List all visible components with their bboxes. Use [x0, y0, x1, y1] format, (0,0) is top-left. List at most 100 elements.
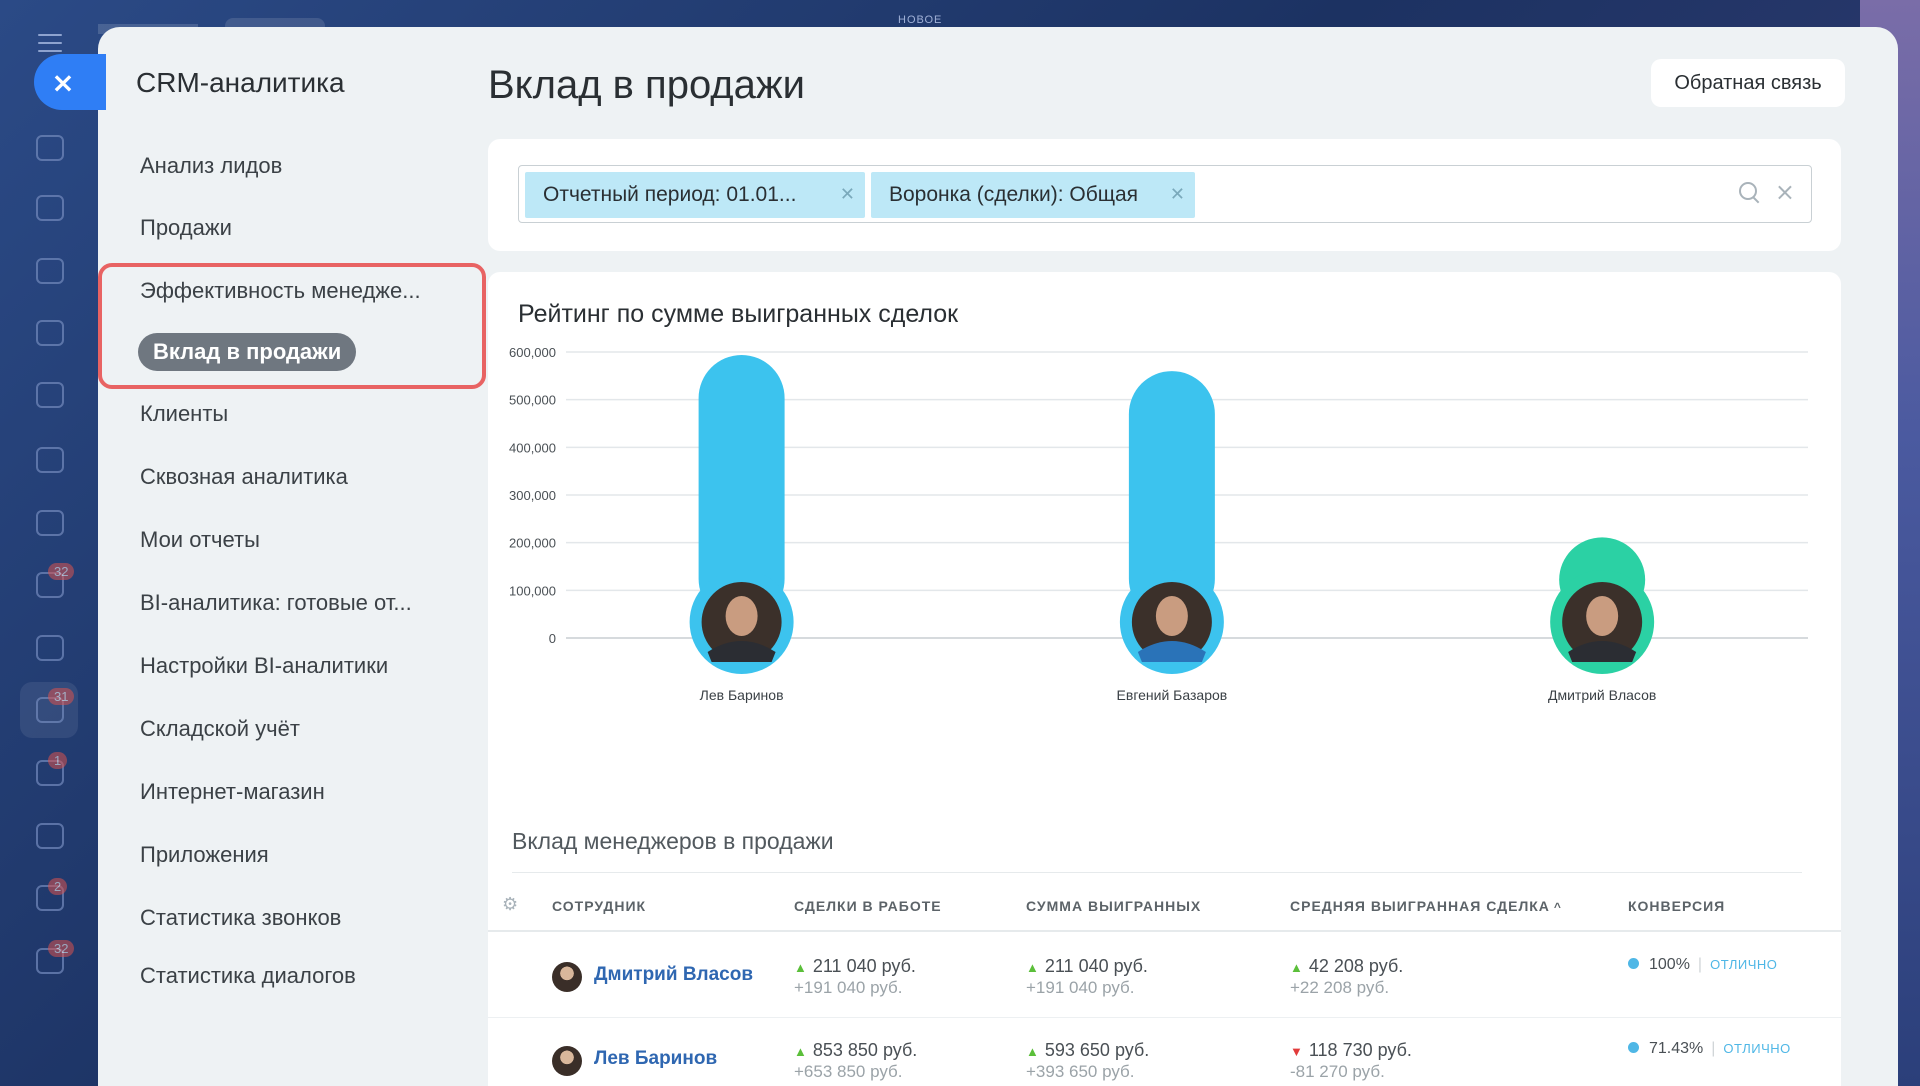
- conversion-grade: ОТЛИЧНО: [1723, 1041, 1791, 1056]
- col-avg-won-deal[interactable]: СРЕДНЯЯ ВЫИГРАННАЯ СДЕЛКА ^: [1290, 898, 1562, 914]
- delta: +393 650 руб.: [1026, 1062, 1135, 1081]
- filter-input[interactable]: Отчетный период: 01.01... ✕ Воронка (сде…: [518, 165, 1812, 223]
- delta: +191 040 руб.: [794, 978, 903, 997]
- filter-chip-label: Отчетный период: 01.01...: [543, 183, 797, 206]
- filter-chip-funnel[interactable]: Воронка (сделки): Общая ✕: [871, 172, 1195, 218]
- menu-item-leads-analysis[interactable]: Анализ лидов: [140, 153, 282, 179]
- menu-item-my-reports[interactable]: Мои отчеты: [140, 527, 260, 553]
- x-tick-label: Евгений Базаров: [1117, 687, 1228, 703]
- trend-up-icon: ▲: [1026, 960, 1039, 975]
- cell-conversion: 100% | ОТЛИЧНО: [1628, 956, 1777, 974]
- activity-icon[interactable]: [36, 135, 64, 161]
- employee-link[interactable]: Лев Баринов: [594, 1048, 717, 1070]
- chip-remove-icon[interactable]: ✕: [840, 184, 855, 205]
- y-tick-label: 400,000: [509, 440, 556, 455]
- mail-icon[interactable]: [36, 510, 64, 536]
- x-tick-label: Дмитрий Власов: [1548, 687, 1656, 703]
- y-tick-label: 200,000: [509, 536, 556, 551]
- documents-icon[interactable]: [36, 382, 64, 408]
- drive-icon[interactable]: [36, 447, 64, 473]
- cell-won-sum: ▲ 211 040 руб. +191 040 руб.: [1026, 956, 1148, 998]
- y-tick-label: 300,000: [509, 488, 556, 503]
- menu-icon[interactable]: [38, 34, 62, 52]
- col-conversion[interactable]: КОНВЕРСИЯ: [1628, 898, 1725, 914]
- avatar-face: [725, 596, 758, 636]
- menu-item-end-to-end-analytics[interactable]: Сквозная аналитика: [140, 464, 348, 490]
- status-dot-icon: [1628, 958, 1639, 969]
- menu-item-sales[interactable]: Продажи: [140, 215, 232, 241]
- clear-icon[interactable]: ×: [1775, 178, 1795, 206]
- cell-in-work: ▲ 211 040 руб. +191 040 руб.: [794, 956, 916, 998]
- close-icon: ×: [51, 65, 75, 99]
- y-tick-label: 500,000: [509, 393, 556, 408]
- menu-item-bi-settings[interactable]: Настройки BI-аналитики: [140, 653, 388, 679]
- table-row: Лев Баринов ▲ 853 850 руб. +653 850 руб. …: [488, 1018, 1841, 1086]
- col-won-sum[interactable]: СУММА ВЫИГРАННЫХ: [1026, 898, 1201, 914]
- cell-won-sum: ▲ 593 650 руб. +393 650 руб.: [1026, 1040, 1149, 1082]
- value: 211 040 руб.: [812, 956, 916, 976]
- conversion-grade: ОТЛИЧНО: [1710, 957, 1778, 972]
- tasks-badge: 32: [48, 563, 75, 580]
- avatar-face: [1155, 596, 1188, 636]
- filter-chip-label: Воронка (сделки): Общая: [889, 183, 1139, 206]
- delta: +653 850 руб.: [794, 1062, 903, 1081]
- close-button[interactable]: ×: [34, 54, 106, 110]
- cell-in-work: ▲ 853 850 руб. +653 850 руб.: [794, 1040, 917, 1082]
- employees-icon[interactable]: [36, 635, 64, 661]
- trend-down-icon: ▼: [1290, 1044, 1303, 1059]
- menu-item-dialog-stats[interactable]: Статистика диалогов: [140, 963, 356, 989]
- feed-icon[interactable]: [36, 195, 64, 221]
- menu-item-inventory[interactable]: Складской учёт: [140, 716, 300, 742]
- table-header: ⚙ СОТРУДНИК СДЕЛКИ В РАБОТЕ СУММА ВЫИГРА…: [488, 890, 1841, 932]
- filter-card: Отчетный период: 01.01... ✕ Воронка (сде…: [488, 139, 1841, 251]
- cell-conversion: 71.43% | ОТЛИЧНО: [1628, 1040, 1791, 1058]
- trend-up-icon: ▲: [1290, 960, 1303, 975]
- rating-chart: 600,000 500,000 400,000 300,000 200,000 100,0…: [509, 345, 1808, 703]
- avatar: [552, 1046, 582, 1076]
- chip-remove-icon[interactable]: ✕: [1170, 184, 1185, 205]
- cell-avg-won: ▼ 118 730 руб. -81 270 руб.: [1290, 1040, 1412, 1082]
- table-row: Дмитрий Власов ▲ 211 040 руб. +191 040 ру…: [488, 934, 1841, 1018]
- conversion-value: 71.43%: [1649, 1040, 1704, 1057]
- x-tick-label: Лев Баринов: [700, 687, 784, 703]
- trend-up-icon: ▲: [794, 960, 807, 975]
- gear-icon[interactable]: ⚙: [502, 894, 518, 915]
- delta: -81 270 руб.: [1290, 1062, 1385, 1081]
- sort-icon[interactable]: ^: [1554, 900, 1562, 914]
- search-icon[interactable]: [1739, 182, 1761, 204]
- menu-item-bi-reports[interactable]: BI-аналитика: готовые от...: [140, 590, 412, 616]
- col-deals-in-work[interactable]: СДЕЛКИ В РАБОТЕ: [794, 898, 942, 914]
- conversion-value: 100%: [1649, 956, 1690, 973]
- menu-item-manager-efficiency[interactable]: Эффективность менедже...: [140, 278, 421, 304]
- crm-badge: 31: [48, 688, 75, 705]
- menu-item-clients[interactable]: Клиенты: [140, 401, 228, 427]
- separator: |: [1697, 956, 1703, 973]
- feedback-button[interactable]: Обратная связь: [1651, 59, 1845, 107]
- value: 42 208 руб.: [1308, 956, 1404, 976]
- left-rail: 32 31 1 2 32: [0, 0, 98, 1086]
- background-hint: НОВОЕ: [898, 14, 943, 26]
- employee-link[interactable]: Дмитрий Власов: [594, 964, 753, 986]
- y-tick-label: 100,000: [509, 583, 556, 598]
- chat-icon[interactable]: [36, 258, 64, 284]
- menu-item-online-store[interactable]: Интернет-магазин: [140, 779, 325, 805]
- menu-item-applications[interactable]: Приложения: [140, 842, 269, 868]
- separator: |: [1711, 1040, 1716, 1057]
- calendar-icon[interactable]: [36, 320, 64, 346]
- filter-chip-period[interactable]: Отчетный период: 01.01... ✕: [525, 172, 865, 218]
- trend-up-icon: ▲: [1026, 1044, 1039, 1059]
- docs-badge: 1: [48, 752, 68, 769]
- page-title: Вклад в продажи: [488, 63, 805, 107]
- analytics-icon[interactable]: [36, 823, 64, 849]
- table-title: Вклад менеджеров в продажи: [512, 828, 834, 854]
- slider-panel: CRM-аналитика Анализ лидов Продажи Эффек…: [98, 27, 1898, 1086]
- avatar: [552, 962, 582, 992]
- col-employee[interactable]: СОТРУДНИК: [552, 898, 646, 914]
- divider: [512, 872, 1802, 873]
- y-tick-label: 600,000: [509, 345, 556, 360]
- menu-item-call-stats[interactable]: Статистика звонков: [140, 905, 341, 931]
- menu-item-sales-contribution[interactable]: Вклад в продажи: [138, 333, 357, 371]
- delta: +22 208 руб.: [1290, 978, 1390, 997]
- value: 593 650 руб.: [1044, 1040, 1150, 1060]
- delta: +191 040 руб.: [1026, 978, 1135, 997]
